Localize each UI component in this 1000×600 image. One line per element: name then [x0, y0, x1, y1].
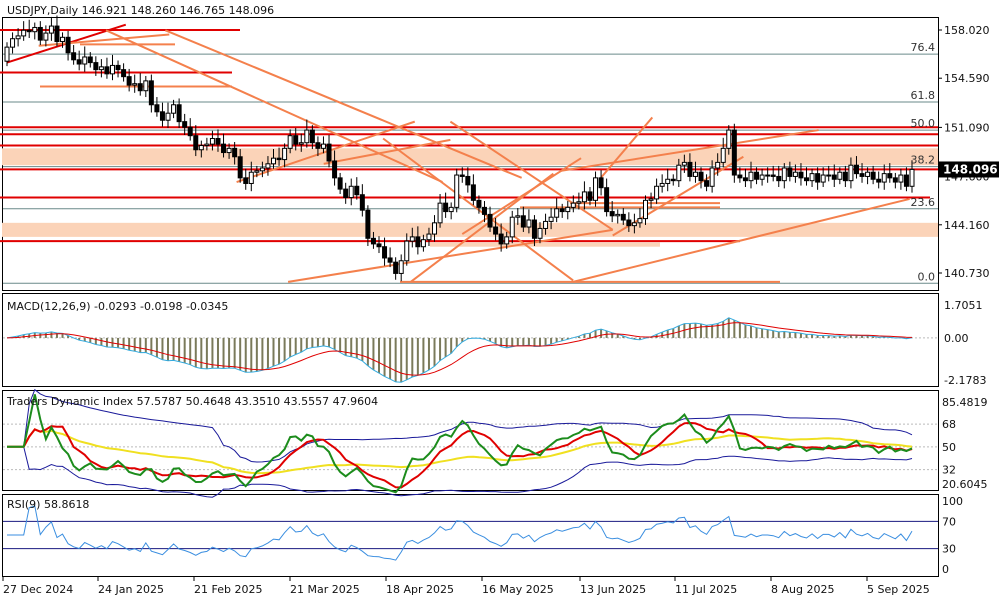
date-axis: 27 Dec 2024 24 Jan 2025 21 Feb 2025 21 Mar … [2, 577, 930, 596]
fib-label-2: 50.0 [911, 117, 936, 130]
date-label: 13 Jun 2025 [580, 583, 646, 596]
fib-label-4: 23.6 [911, 196, 936, 209]
rsi-label: RSI(9) 58.8618 [7, 498, 89, 511]
price-label: 151.090 [944, 121, 990, 134]
date-label: 18 Apr 2025 [386, 583, 454, 596]
zone-2 [430, 242, 660, 247]
date-label: 11 Jul 2025 [675, 583, 737, 596]
rsi-axis-label: 30 [942, 543, 956, 556]
date-label: 16 May 2025 [482, 583, 554, 596]
date-label: 8 Aug 2025 [771, 583, 834, 596]
macd-axis-label: 1.7051 [944, 299, 983, 312]
tdi-axis-label: 20.6045 [942, 478, 988, 491]
current-price-label: 148.096 [943, 162, 998, 176]
tdi-axis-label: 85.4819 [942, 396, 988, 409]
price-label: 158.020 [944, 24, 990, 37]
macd-label: MACD(12,26,9) -0.0293 -0.0198 -0.0345 [7, 300, 228, 313]
candle[interactable] [454, 168, 460, 213]
fib-label-3: 38.2 [911, 154, 936, 167]
macd-axis-label: 0.00 [944, 332, 969, 345]
fib-label-0: 76.4 [911, 41, 936, 54]
tdi-label: Traders Dynamic Index 57.5787 50.4648 43… [6, 395, 378, 408]
price-label: 144.160 [944, 219, 990, 232]
date-label: 27 Dec 2024 [3, 583, 73, 596]
date-label: 21 Feb 2025 [194, 583, 262, 596]
price-axis: 158.020154.590151.090147.600144.160140.7… [938, 24, 999, 280]
tdi-axis-label: 50 [942, 441, 956, 454]
rsi-axis-label: 100 [942, 495, 963, 508]
symbol-header: USDJPY,Daily 146.921 148.260 146.765 148… [7, 4, 274, 17]
fib-label-1: 61.8 [911, 89, 936, 102]
tdi-axis-label: 32 [942, 464, 956, 477]
tdi-axis-label: 68 [942, 418, 956, 431]
price-label: 140.730 [944, 267, 990, 280]
date-label: 24 Jan 2025 [98, 583, 164, 596]
fib-label-5: 0.0 [918, 270, 936, 283]
candle[interactable] [731, 123, 737, 183]
macd-axis-label: -2.1783 [944, 374, 986, 387]
rsi-axis-label: 70 [942, 515, 956, 528]
date-label: 21 Mar 2025 [290, 583, 360, 596]
trading-chart[interactable]: 76.4 61.8 50.0 38.2 23.6 0.0 158.020 154.590 15… [0, 0, 1000, 600]
price-label: 154.590 [944, 72, 990, 85]
date-label: 5 Sep 2025 [867, 583, 930, 596]
rsi-axis-label: 0 [942, 563, 949, 576]
